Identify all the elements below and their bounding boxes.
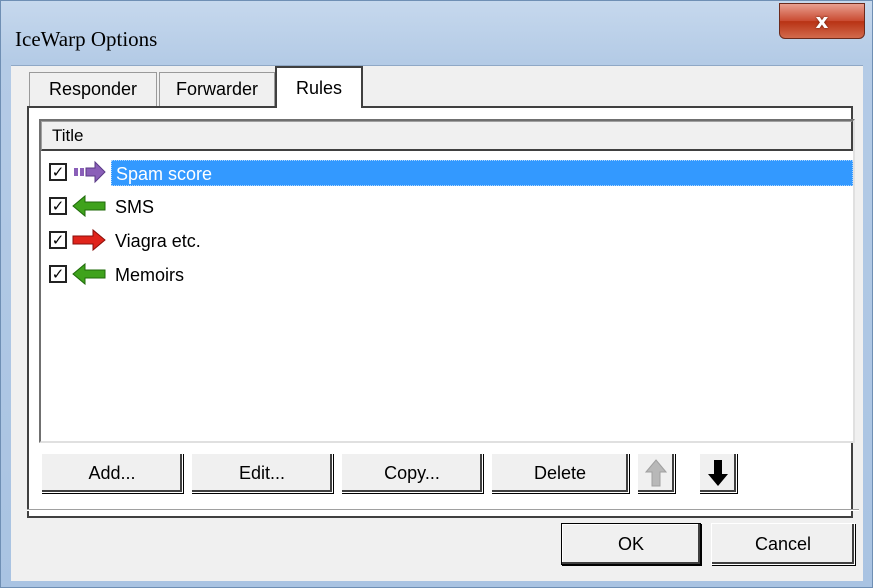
tab-label: Responder xyxy=(48,79,138,99)
edit-button[interactable]: Edit... xyxy=(191,453,333,493)
green-left-arrow-icon xyxy=(72,194,106,218)
copy-button-label: Copy... xyxy=(384,463,440,483)
move-down-button[interactable] xyxy=(699,453,737,493)
options-window: IceWarp Options x Responder Forwarder Ru… xyxy=(0,0,873,588)
purple-right-arrow-icon xyxy=(74,160,106,184)
add-button[interactable]: Add... xyxy=(41,453,183,493)
up-arrow-icon xyxy=(645,459,667,487)
cancel-button[interactable]: Cancel xyxy=(711,523,855,565)
tab-rules[interactable]: Rules xyxy=(275,66,363,108)
tab-forwarder[interactable]: Forwarder xyxy=(159,72,275,106)
list-item[interactable]: ✓ Spam score xyxy=(47,157,853,187)
rule-checkbox[interactable]: ✓ xyxy=(49,231,67,249)
rule-title: Viagra etc. xyxy=(115,231,201,251)
title-bar[interactable]: IceWarp Options x xyxy=(1,1,872,69)
rule-title: Spam score xyxy=(111,160,853,186)
down-arrow-icon xyxy=(708,460,728,486)
list-item[interactable]: ✓ Viagra etc. xyxy=(47,225,853,255)
list-item[interactable]: ✓ Memoirs xyxy=(47,259,853,289)
ok-button-label: OK xyxy=(617,534,644,554)
delete-button-label: Delete xyxy=(533,463,587,483)
tab-label: Forwarder xyxy=(175,79,259,99)
edit-button-label: Edit... xyxy=(238,463,286,483)
window-title: IceWarp Options xyxy=(15,27,158,51)
list-item[interactable]: ✓ SMS xyxy=(47,191,853,221)
move-up-button[interactable] xyxy=(637,453,675,493)
tab-responder[interactable]: Responder xyxy=(29,72,157,106)
add-button-label: Add... xyxy=(88,463,136,483)
rules-list[interactable]: Title ✓ Spam score ✓ SMS ✓ Viagra etc. ✓… xyxy=(39,119,855,443)
column-header-label: Title xyxy=(52,126,84,145)
rule-title: Memoirs xyxy=(115,265,185,285)
rule-checkbox[interactable]: ✓ xyxy=(49,197,67,215)
rule-checkbox[interactable]: ✓ xyxy=(49,265,67,283)
close-button[interactable]: x xyxy=(779,3,865,39)
rule-title: SMS xyxy=(115,197,155,217)
copy-button[interactable]: Copy... xyxy=(341,453,483,493)
red-right-arrow-icon xyxy=(72,228,106,252)
column-header-title[interactable]: Title xyxy=(41,121,853,151)
close-icon: x xyxy=(815,9,829,33)
rule-checkbox[interactable]: ✓ xyxy=(49,163,67,181)
delete-button[interactable]: Delete xyxy=(491,453,629,493)
tab-label: Rules xyxy=(295,78,343,98)
green-left-arrow-icon xyxy=(72,262,106,286)
cancel-button-label: Cancel xyxy=(754,534,812,554)
ok-button[interactable]: OK xyxy=(561,523,701,565)
dialog-separator xyxy=(27,509,859,511)
